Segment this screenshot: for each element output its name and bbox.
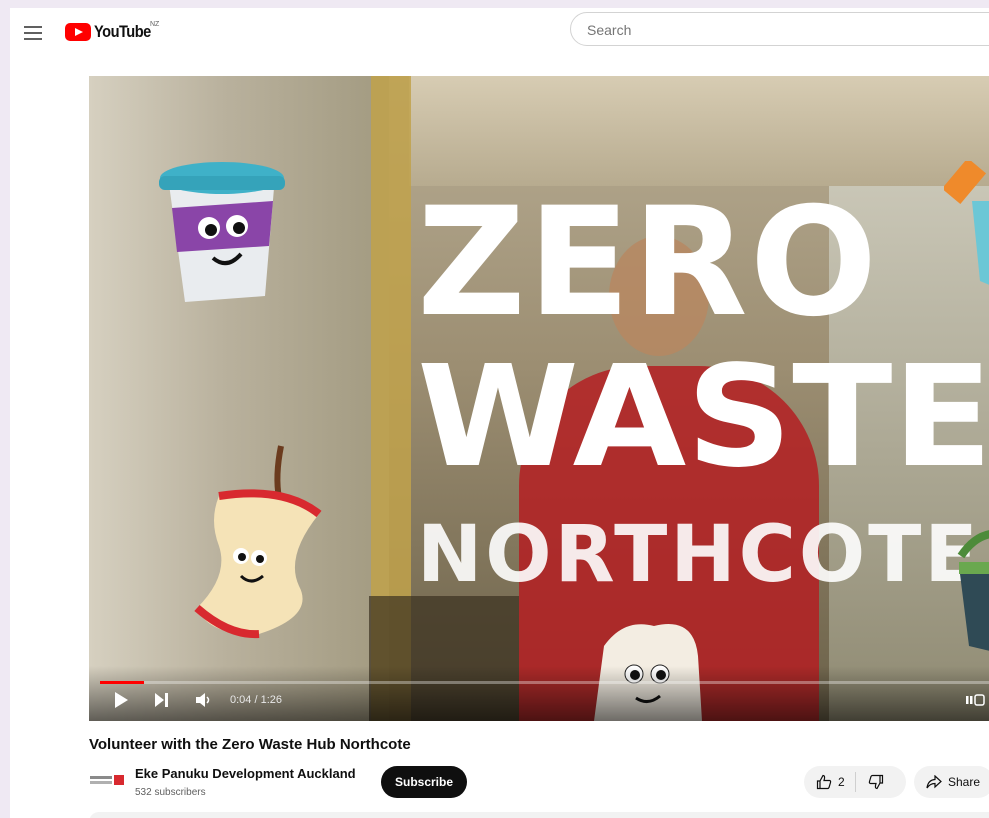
search-input[interactable] bbox=[585, 13, 989, 47]
like-count: 2 bbox=[838, 775, 845, 789]
youtube-watch-page: YouTube NZ ZERO WASTE NORTHCOTE bbox=[10, 8, 989, 818]
overlay-text-zero: ZERO bbox=[417, 176, 880, 350]
next-video-icon[interactable] bbox=[153, 692, 169, 708]
coffee-cup-character-illustration bbox=[159, 162, 285, 302]
share-label: Share bbox=[948, 775, 981, 789]
thumbs-down-icon bbox=[868, 774, 883, 790]
channel-avatar[interactable] bbox=[89, 770, 125, 792]
youtube-play-logo-icon bbox=[65, 23, 91, 41]
video-background-roof bbox=[409, 76, 989, 186]
country-code: NZ bbox=[150, 21, 160, 28]
progress-bar[interactable] bbox=[100, 681, 989, 684]
time-display: 0:04 / 1:26 bbox=[230, 694, 282, 706]
video-title: Volunteer with the Zero Waste Hub Northc… bbox=[89, 736, 411, 753]
share-button[interactable]: Share bbox=[914, 766, 989, 798]
search-box[interactable] bbox=[570, 12, 989, 47]
overlay-text-northcote: NORTHCOTE bbox=[417, 510, 981, 600]
bucket-character-illustration bbox=[957, 530, 989, 651]
progress-bar-fill bbox=[100, 681, 145, 684]
volume-icon[interactable] bbox=[195, 692, 211, 708]
hamburger-menu-icon[interactable] bbox=[24, 26, 42, 40]
description-panel-edge bbox=[89, 812, 989, 818]
apple-core-character-illustration bbox=[194, 445, 322, 639]
play-icon[interactable] bbox=[115, 692, 128, 708]
like-button[interactable]: 2 bbox=[804, 766, 855, 798]
subscriber-count: 532 subscribers bbox=[135, 787, 206, 798]
subtitles-toggle-icon[interactable] bbox=[965, 694, 985, 706]
overlay-text-waste: WASTE bbox=[417, 336, 989, 499]
share-arrow-icon bbox=[926, 775, 942, 789]
thumbs-up-icon bbox=[816, 774, 832, 790]
channel-name[interactable]: Eke Panuku Development Auckland bbox=[135, 766, 356, 781]
logo-text: YouTube bbox=[94, 22, 151, 41]
subscribe-button[interactable]: Subscribe bbox=[381, 766, 467, 798]
bottle-character-illustration bbox=[944, 161, 989, 285]
youtube-logo[interactable]: YouTube NZ bbox=[65, 21, 160, 42]
dislike-button[interactable] bbox=[856, 766, 896, 798]
like-dislike-group: 2 bbox=[804, 766, 906, 798]
video-player[interactable]: ZERO WASTE NORTHCOTE bbox=[89, 76, 989, 721]
player-controls-gradient bbox=[89, 666, 989, 721]
